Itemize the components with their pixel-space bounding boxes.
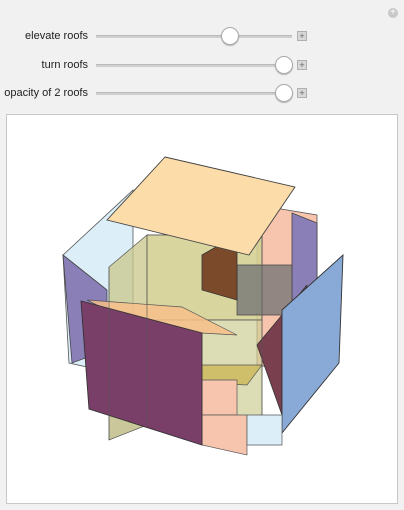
slider-label: turn roofs [41, 59, 88, 71]
slider-thumb[interactable] [275, 84, 293, 102]
plus-square-icon[interactable]: + [297, 31, 307, 41]
cube-gray-shadow [236, 264, 293, 316]
control-elevate-roofs: elevate roofs + [0, 27, 404, 45]
slider-track[interactable] [96, 92, 292, 95]
slider-track[interactable] [96, 35, 292, 38]
cube-roofs-graphic [62, 156, 344, 456]
slider-thumb[interactable] [275, 56, 293, 74]
slider-thumb[interactable] [221, 27, 239, 45]
slider-track[interactable] [96, 64, 292, 67]
control-opacity-roofs: opacity of 2 roofs + [0, 84, 404, 102]
lower-pink-block [201, 379, 238, 416]
3d-graphic-canvas[interactable] [6, 114, 398, 504]
plus-square-icon[interactable]: + [297, 60, 307, 70]
bottom-pink-face [201, 414, 248, 456]
plus-square-icon[interactable]: + [297, 88, 307, 98]
control-turn-roofs: turn roofs + [0, 56, 404, 74]
slider-label: elevate roofs [25, 30, 88, 42]
corner-plus-icon[interactable]: + [388, 8, 398, 18]
front-light-blue-face [246, 414, 283, 446]
slider-label: opacity of 2 roofs [4, 87, 88, 99]
